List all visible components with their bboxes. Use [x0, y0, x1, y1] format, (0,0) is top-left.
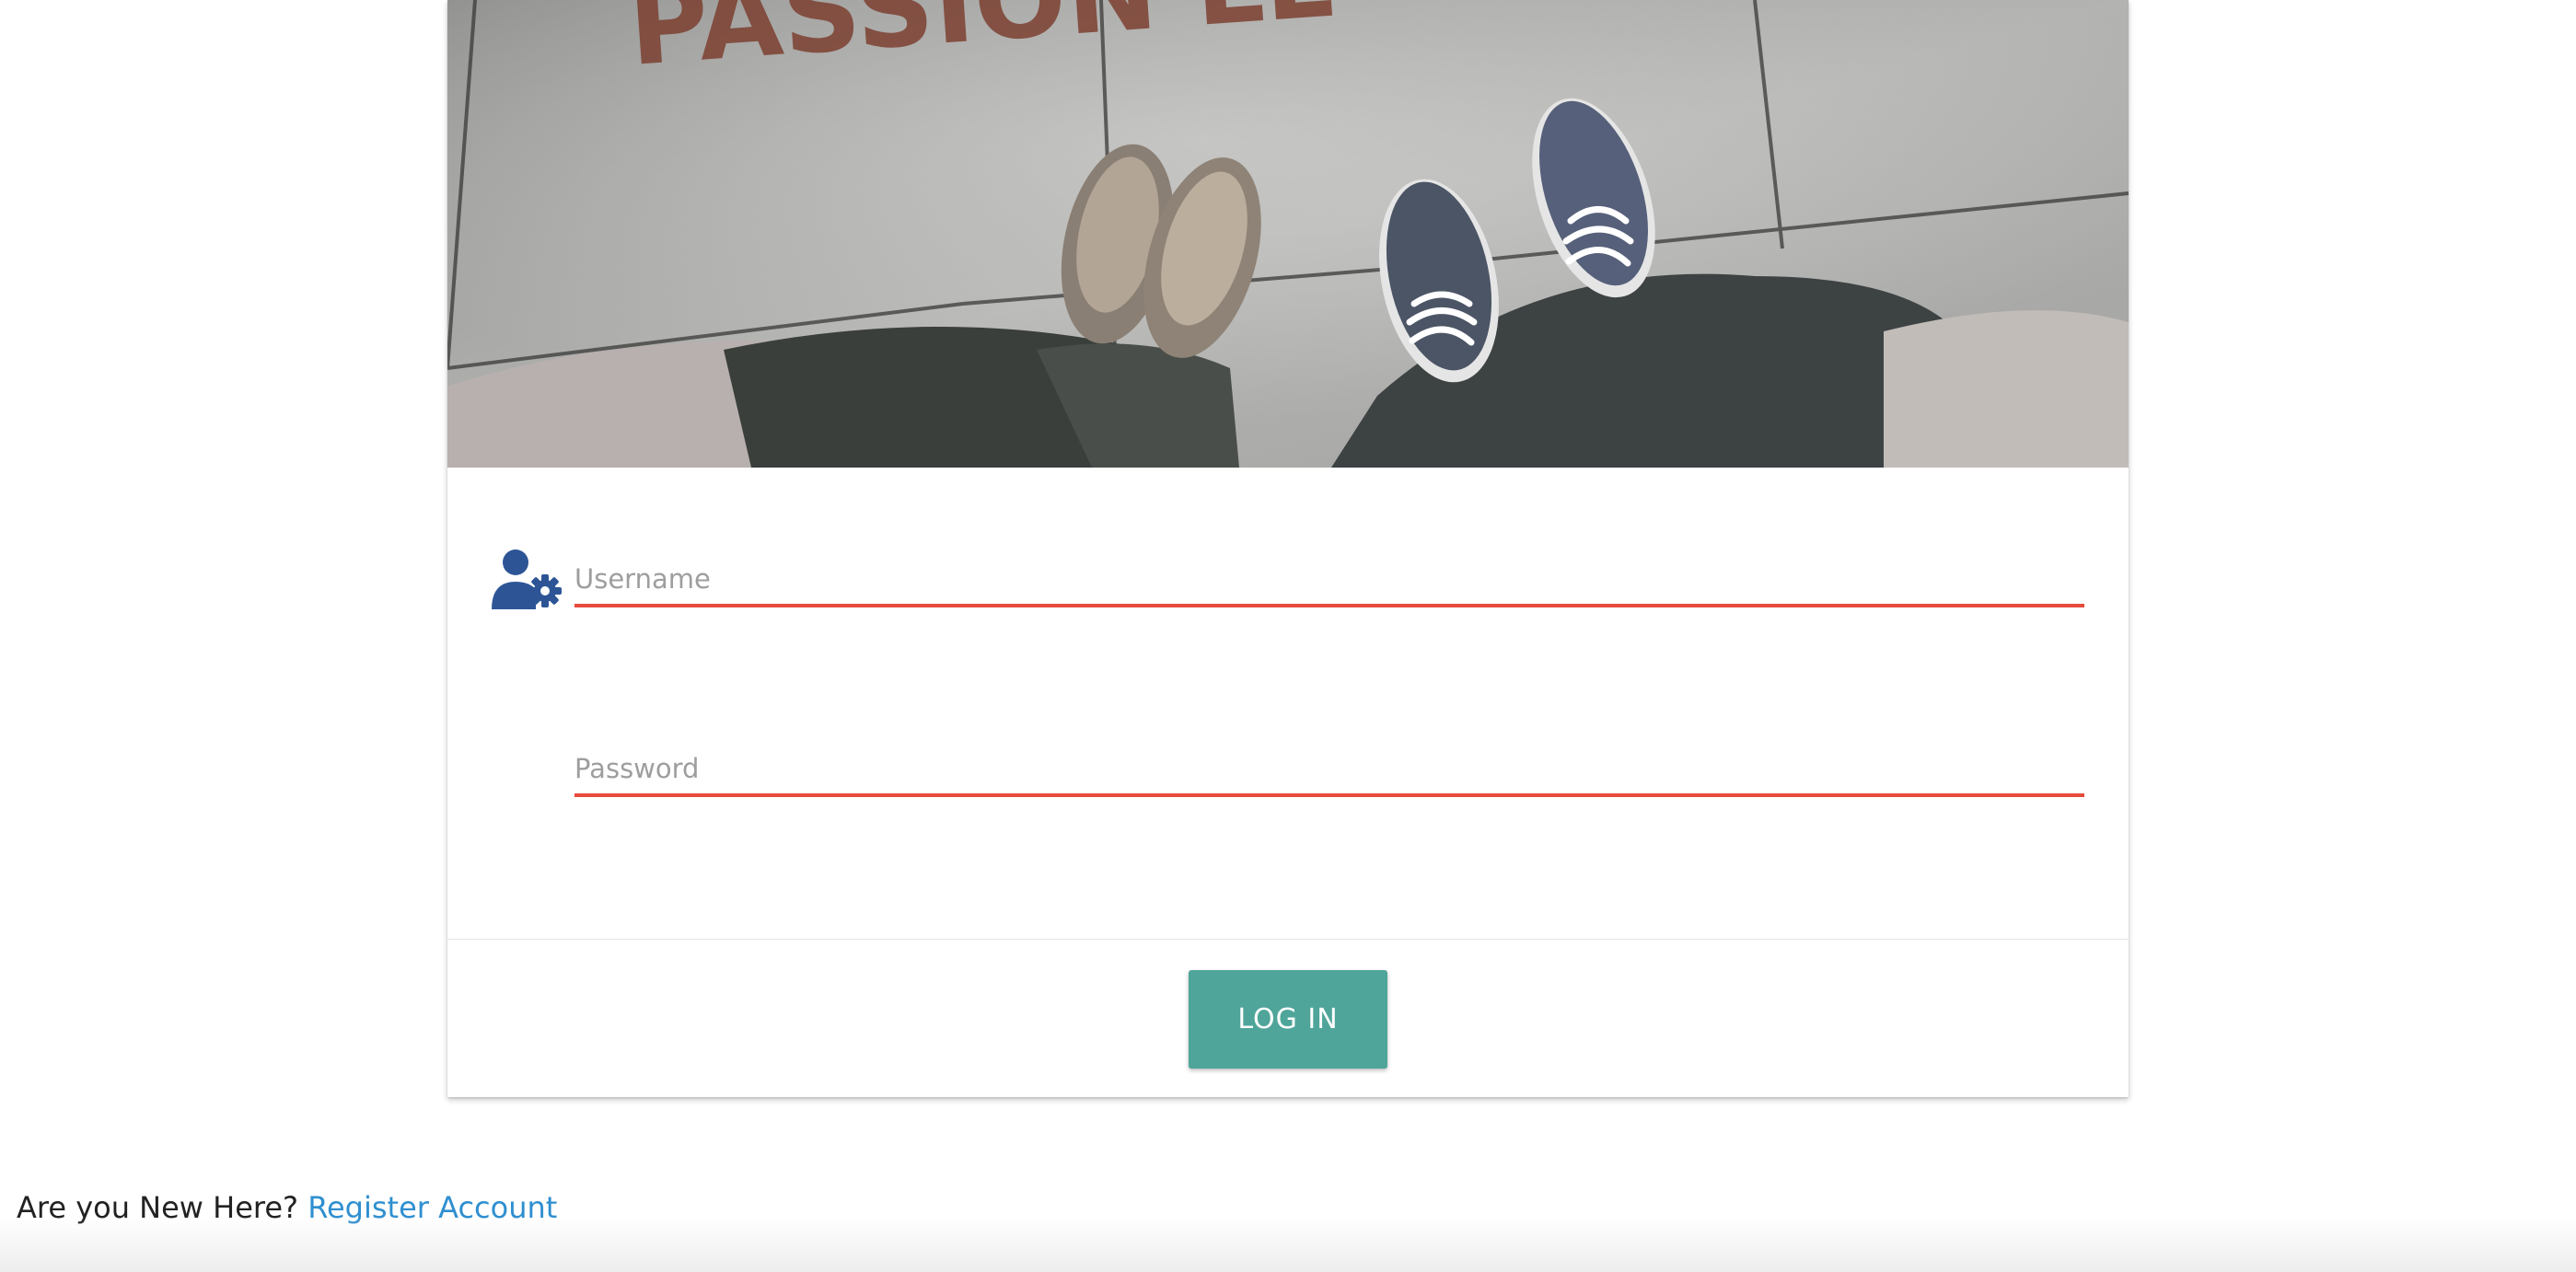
- bottom-shadow: [0, 1217, 2576, 1272]
- hero-image: PASSION LE: [447, 0, 2129, 468]
- username-field: [574, 530, 2084, 607]
- password-input[interactable]: [574, 753, 2084, 784]
- password-field: [574, 720, 2084, 797]
- username-input[interactable]: [574, 563, 2084, 595]
- actions-divider: [447, 939, 2129, 940]
- login-form: [447, 468, 2129, 939]
- login-card: PASSION LE Username LOG IN: [447, 0, 2129, 1097]
- user-gear-icon: [492, 549, 562, 609]
- login-button[interactable]: LOG IN: [1189, 970, 1387, 1069]
